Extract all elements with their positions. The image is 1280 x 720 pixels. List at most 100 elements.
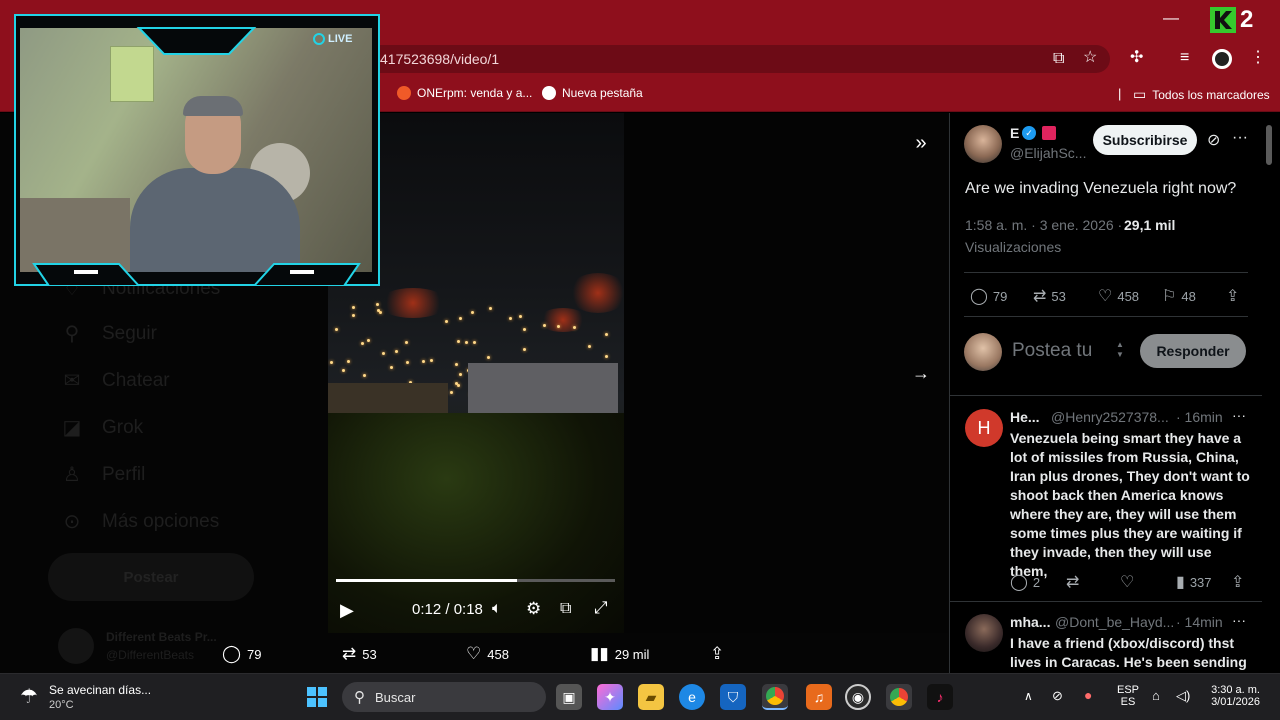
city-light bbox=[523, 348, 526, 351]
author-avatar[interactable] bbox=[964, 125, 1002, 163]
account-name: Different Beats Pr... bbox=[106, 630, 217, 644]
reply-icon: ◯ bbox=[1010, 574, 1028, 591]
more-options-icon[interactable]: ··· bbox=[1232, 612, 1246, 628]
author-name[interactable]: E bbox=[1010, 125, 1019, 141]
chrome-profile-icon[interactable] bbox=[886, 684, 912, 710]
url-text[interactable]: 417523698/video/1 bbox=[380, 51, 499, 67]
star-icon[interactable]: ☆ bbox=[1083, 50, 1097, 66]
reply-age: · 14min bbox=[1176, 614, 1223, 630]
city-light bbox=[330, 361, 333, 364]
stat-replies[interactable]: ◯ 79 bbox=[222, 644, 262, 664]
current-user-avatar bbox=[964, 333, 1002, 371]
reply-author-name[interactable]: mha... bbox=[1010, 614, 1050, 630]
more-options-icon[interactable]: ··· bbox=[1232, 129, 1248, 147]
nav-profile[interactable]: ♙ Perfil bbox=[60, 462, 145, 487]
chrome-menu-icon[interactable]: ⋮ bbox=[1250, 50, 1266, 66]
clock-time: 3:30 a. m. bbox=[1211, 684, 1260, 696]
post-like-action[interactable]: ♡ 458 bbox=[1098, 286, 1139, 306]
lang-top: ESP bbox=[1117, 684, 1140, 696]
weather-title[interactable]: Se avecinan días... bbox=[49, 683, 151, 697]
obs-icon[interactable]: ◉ bbox=[845, 684, 871, 710]
network-icon[interactable]: ⌂ bbox=[1152, 688, 1160, 703]
bookmark-onerpm[interactable]: ONErpm: venda y a... bbox=[397, 86, 532, 100]
city-light bbox=[335, 328, 338, 331]
post-share-action[interactable]: ⇪ bbox=[1226, 286, 1239, 306]
post-button[interactable]: Postear bbox=[48, 553, 254, 601]
tiktok-icon[interactable]: ♪ bbox=[927, 684, 953, 710]
city-light bbox=[445, 320, 448, 323]
tray-overflow-icon[interactable]: ∧ bbox=[1024, 689, 1033, 703]
onerpm-icon bbox=[397, 86, 411, 100]
file-explorer-icon[interactable]: ▰ bbox=[638, 684, 664, 710]
action-count: 48 bbox=[1181, 288, 1196, 304]
reply-age: · 16min bbox=[1176, 409, 1223, 425]
k2-badge-number: 2 bbox=[1240, 6, 1254, 33]
security-shield-icon[interactable]: ⛉ bbox=[720, 684, 746, 710]
reply-repost-action[interactable]: ⇄ bbox=[1066, 572, 1079, 592]
reply-share-action[interactable]: ⇪ bbox=[1231, 572, 1244, 592]
nav-follow[interactable]: ⚲ Seguir bbox=[60, 321, 157, 346]
windows-start-icon[interactable] bbox=[304, 684, 330, 710]
share-button[interactable]: ⇪ bbox=[710, 644, 724, 664]
author-handle[interactable]: @ElijahSc... bbox=[1010, 145, 1086, 161]
copilot-icon[interactable]: ✦ bbox=[597, 684, 623, 710]
stat-views[interactable]: ▮▮ 29 mil bbox=[590, 644, 649, 664]
nav-label: Grok bbox=[102, 416, 144, 438]
nav-grok[interactable]: ◪ Grok bbox=[60, 415, 144, 440]
reply-input[interactable]: Postea tu bbox=[1012, 340, 1092, 362]
reply-avatar[interactable] bbox=[965, 614, 1003, 652]
reply-author-handle[interactable]: @Henry2527378... bbox=[1051, 409, 1169, 425]
scrollbar-thumb[interactable] bbox=[1266, 125, 1272, 165]
chrome-icon[interactable] bbox=[762, 684, 788, 710]
taskbar-search[interactable]: ⚲ Buscar bbox=[342, 682, 546, 712]
media-control-icon[interactable]: ≡ bbox=[1180, 50, 1189, 66]
stat-reposts[interactable]: ⇄ 53 bbox=[342, 644, 377, 664]
settings-gear-icon[interactable]: ⚙ bbox=[526, 599, 541, 619]
repost-icon: ⇄ bbox=[342, 644, 357, 663]
reply-views-action[interactable]: ▮ 337 bbox=[1176, 572, 1212, 592]
post-repost-action[interactable]: ⇄ 53 bbox=[1033, 286, 1066, 306]
stat-likes[interactable]: ♡ 458 bbox=[466, 644, 509, 664]
clock[interactable]: 3:30 a. m. 3/01/2026 bbox=[1206, 684, 1260, 708]
clock-date: 3/01/2026 bbox=[1211, 696, 1260, 708]
fl-studio-icon[interactable]: ♫ bbox=[806, 684, 832, 710]
add-person-icon: ⚲ bbox=[64, 323, 80, 345]
picture-in-picture-icon[interactable]: ⧉ bbox=[560, 600, 571, 618]
nav-label: Chatear bbox=[102, 369, 170, 391]
reply-author-name[interactable]: He... bbox=[1010, 409, 1040, 425]
play-icon[interactable]: ▶ bbox=[340, 600, 354, 621]
post-time[interactable]: 1:58 a. m. · 3 ene. 2026 · bbox=[965, 217, 1122, 233]
task-view-icon[interactable]: ▣ bbox=[556, 684, 582, 710]
collapse-panel-icon[interactable]: » bbox=[906, 128, 936, 158]
nav-chat[interactable]: ✉ Chatear bbox=[60, 368, 170, 393]
language-indicator[interactable]: ESP ES bbox=[1117, 684, 1139, 708]
next-arrow-icon[interactable]: → bbox=[906, 358, 936, 388]
divider bbox=[964, 272, 1248, 273]
bookmark-new-tab[interactable]: Nueva pestaña bbox=[542, 86, 643, 100]
profile-avatar-icon[interactable] bbox=[1212, 49, 1232, 69]
grok-icon[interactable]: ⊘ bbox=[1207, 130, 1220, 150]
volume-icon[interactable]: ◁) bbox=[1176, 688, 1190, 704]
install-app-icon[interactable]: ⧉ bbox=[1053, 51, 1064, 67]
reply-like-action[interactable]: ♡ bbox=[1120, 572, 1134, 592]
subscribe-button[interactable]: Subscribirse bbox=[1093, 125, 1197, 155]
reply-author-handle[interactable]: @Dont_be_Hayd... bbox=[1055, 614, 1174, 630]
reply-button[interactable]: Responder bbox=[1140, 334, 1246, 368]
extensions-icon[interactable]: ✣ bbox=[1130, 50, 1143, 66]
edge-icon[interactable]: e bbox=[679, 684, 705, 710]
post-bookmark-action[interactable]: ⚐ 48 bbox=[1162, 286, 1196, 306]
city-light bbox=[509, 317, 512, 320]
reply-reply-action[interactable]: ◯ 2 bbox=[1010, 572, 1040, 592]
microphone-icon[interactable]: ● bbox=[1084, 687, 1092, 703]
volume-icon[interactable]: 🔈︎ bbox=[492, 600, 502, 618]
fullscreen-icon[interactable]: ⤢ bbox=[594, 598, 608, 618]
post-reply-action[interactable]: ◯ 79 bbox=[970, 286, 1007, 306]
minimize-icon[interactable]: — bbox=[1163, 11, 1179, 27]
reply-avatar[interactable]: H bbox=[965, 409, 1003, 447]
search-placeholder: Buscar bbox=[375, 689, 416, 705]
camera-off-icon[interactable]: ⊘ bbox=[1052, 688, 1063, 704]
weather-icon[interactable]: ☂ bbox=[20, 684, 38, 709]
all-bookmarks[interactable]: ▭ Todos los marcadores bbox=[1133, 86, 1270, 103]
nav-more[interactable]: ⊙ Más opciones bbox=[60, 509, 220, 534]
more-options-icon[interactable]: ··· bbox=[1232, 407, 1246, 423]
